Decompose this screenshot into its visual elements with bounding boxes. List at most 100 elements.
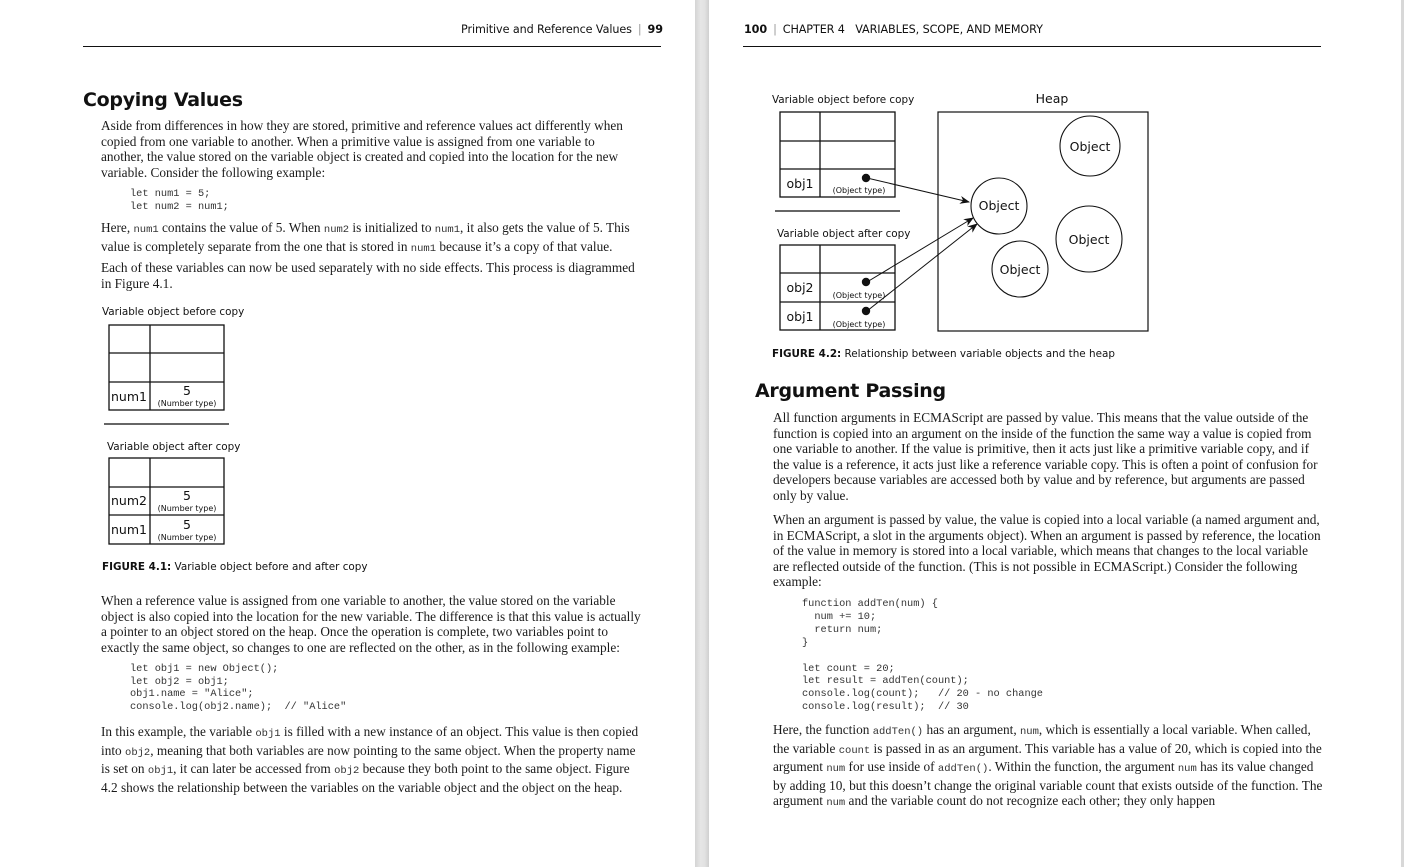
caption-text: Relationship between variable objects an… — [841, 348, 1115, 360]
header-title: Primitive and Reference Values — [461, 23, 632, 36]
code-line: let obj2 = obj1; — [130, 675, 229, 688]
inline-code: num1 — [133, 224, 159, 236]
var-name: obj2 — [786, 280, 813, 295]
code-line: console.log(obj2.name); // "Alice" — [130, 700, 347, 713]
text: contains the value of 5. When — [158, 220, 324, 235]
figure-label-after: Variable object after copy — [107, 441, 240, 453]
inline-code: addTen() — [872, 726, 924, 738]
page-number: 99 — [647, 23, 663, 36]
figure-label-before: Variable object before copy — [102, 306, 245, 318]
paragraph: Aside from differences in how they are s… — [101, 118, 623, 180]
heap-label: Heap — [1036, 91, 1069, 106]
figure-label-before: Variable object before copy — [772, 94, 914, 106]
paragraph: When a reference value is assigned from … — [101, 593, 641, 655]
object-label: Object — [1000, 262, 1041, 277]
code-line: num += 10; — [802, 610, 877, 623]
caption-label: FIGURE 4.1: — [102, 561, 172, 573]
header-rule — [743, 46, 1321, 48]
text: because it’s a copy of that value. — [436, 238, 613, 254]
inline-code: num2 — [323, 224, 350, 236]
object-label: Object — [1070, 139, 1111, 154]
var-type: (Number type) — [158, 504, 217, 513]
code-line: obj1.name = "Alice"; — [130, 688, 254, 701]
var-name: num2 — [111, 493, 147, 508]
heap-object: Object — [991, 240, 1049, 298]
inline-code: obj2 — [125, 746, 151, 759]
running-header-left: Primitive and Reference Values | 99 — [461, 23, 663, 36]
inline-code: obj1 — [147, 765, 174, 778]
text: has an argument, — [923, 722, 1020, 737]
before-copy-table: num1 5 (Number type) — [108, 324, 225, 411]
inline-code: count — [838, 744, 871, 757]
var-name: obj1 — [786, 309, 813, 324]
code-line: console.log(result); // 30 — [802, 701, 969, 714]
running-header-right: 100 | CHAPTER 4 VARIABLES, SCOPE, AND MEMO… — [744, 23, 1043, 36]
var-name: num1 — [111, 522, 147, 537]
code-line: function addTen(num) { — [802, 598, 938, 610]
object-label: Object — [979, 198, 1020, 213]
code-line: let num2 = num1; — [130, 200, 229, 213]
var-value: 5 — [183, 517, 191, 532]
text: Here, the function — [773, 722, 873, 737]
inline-code: num — [1177, 763, 1197, 776]
paragraph: Each of these variables can now be used … — [101, 260, 635, 291]
var-type: (Number type) — [158, 399, 217, 408]
text: , it can later be accessed from — [173, 761, 335, 777]
inline-code: num — [826, 763, 846, 776]
inline-code: num1 — [410, 242, 437, 255]
code-line: let obj1 = new Object(); — [130, 663, 279, 675]
text: is initialized to — [349, 220, 435, 235]
inline-code: obj1 — [255, 728, 281, 740]
inline-code: obj2 — [334, 765, 360, 778]
text: Here, — [101, 220, 134, 235]
heap-object: Object — [1059, 115, 1121, 177]
left-page: Primitive and Reference Values | 99 Copyin… — [0, 0, 695, 867]
var-type: (Number type) — [158, 533, 217, 542]
pointer-dot — [861, 277, 871, 287]
paragraph: In this example, the variable obj1 is fi… — [101, 724, 646, 795]
page-number: 100 — [744, 23, 768, 36]
var-name: obj1 — [786, 176, 813, 191]
right-page: 100 | CHAPTER 4 VARIABLES, SCOPE, AND MEMO… — [709, 0, 1404, 867]
header-rule — [83, 46, 661, 48]
inline-code: num — [826, 797, 846, 810]
after-copy-table: num2 5 (Number type) num1 5 (Number type… — [108, 457, 225, 545]
code-block: function addTen(num) { num += 10; return… — [802, 598, 1043, 714]
paragraph: Here, the function addTen() has an argum… — [773, 722, 1325, 812]
after-copy-table: obj2 (Object type) obj1 (Object type) — [779, 244, 896, 331]
code-line: let result = addTen(count); — [802, 675, 969, 688]
chapter-number: CHAPTER 4 — [782, 23, 845, 36]
figure-4-1-caption: FIGURE 4.1: Variable object before and a… — [102, 561, 368, 573]
caption-text: Variable object before and after copy — [171, 561, 368, 573]
var-value: 5 — [183, 383, 191, 398]
code-line: return num; — [802, 623, 883, 636]
caption-label: FIGURE 4.2: — [772, 348, 842, 360]
code-block: let obj1 = new Object(); let obj2 = obj1… — [130, 663, 346, 713]
text: for use inside of — [845, 759, 938, 775]
heap-object-referenced: Object — [970, 177, 1028, 235]
object-label: Object — [1069, 232, 1110, 247]
paragraph: Here, num1 contains the value of 5. When… — [101, 220, 641, 257]
section-title-argument-passing: Argument Passing — [755, 380, 946, 402]
paragraph: When an argument is passed by value, the… — [773, 512, 1321, 590]
code-line: } — [802, 636, 809, 649]
figure-label-after: Variable object after copy — [777, 228, 910, 240]
figure-4-1-diagram: num1 5 (Number type) Variable object aft… — [104, 324, 240, 545]
before-copy-table: obj1 (Object type) — [779, 111, 896, 198]
text: In this example, the variable — [101, 724, 256, 739]
pointer-dot — [861, 306, 871, 316]
code-block: let num1 = 5; let num2 = num1; — [130, 188, 229, 213]
section-title-copying-values: Copying Values — [83, 89, 243, 111]
inline-code: num1 — [434, 224, 461, 236]
var-value: 5 — [183, 488, 191, 503]
heap-object: Object — [1055, 205, 1123, 273]
code-line: console.log(count); // 20 - no change — [802, 688, 1043, 701]
inline-code: num — [1020, 726, 1039, 738]
chapter-title: VARIABLES, SCOPE, AND MEMORY — [855, 23, 1043, 36]
var-type: (Object type) — [833, 320, 886, 329]
var-name: num1 — [111, 389, 147, 404]
paragraph: All function arguments in ECMAScript are… — [773, 410, 1318, 503]
code-line: let num1 = 5; — [130, 188, 211, 200]
code-line: let count = 20; — [802, 662, 895, 675]
var-type: (Object type) — [833, 186, 886, 195]
